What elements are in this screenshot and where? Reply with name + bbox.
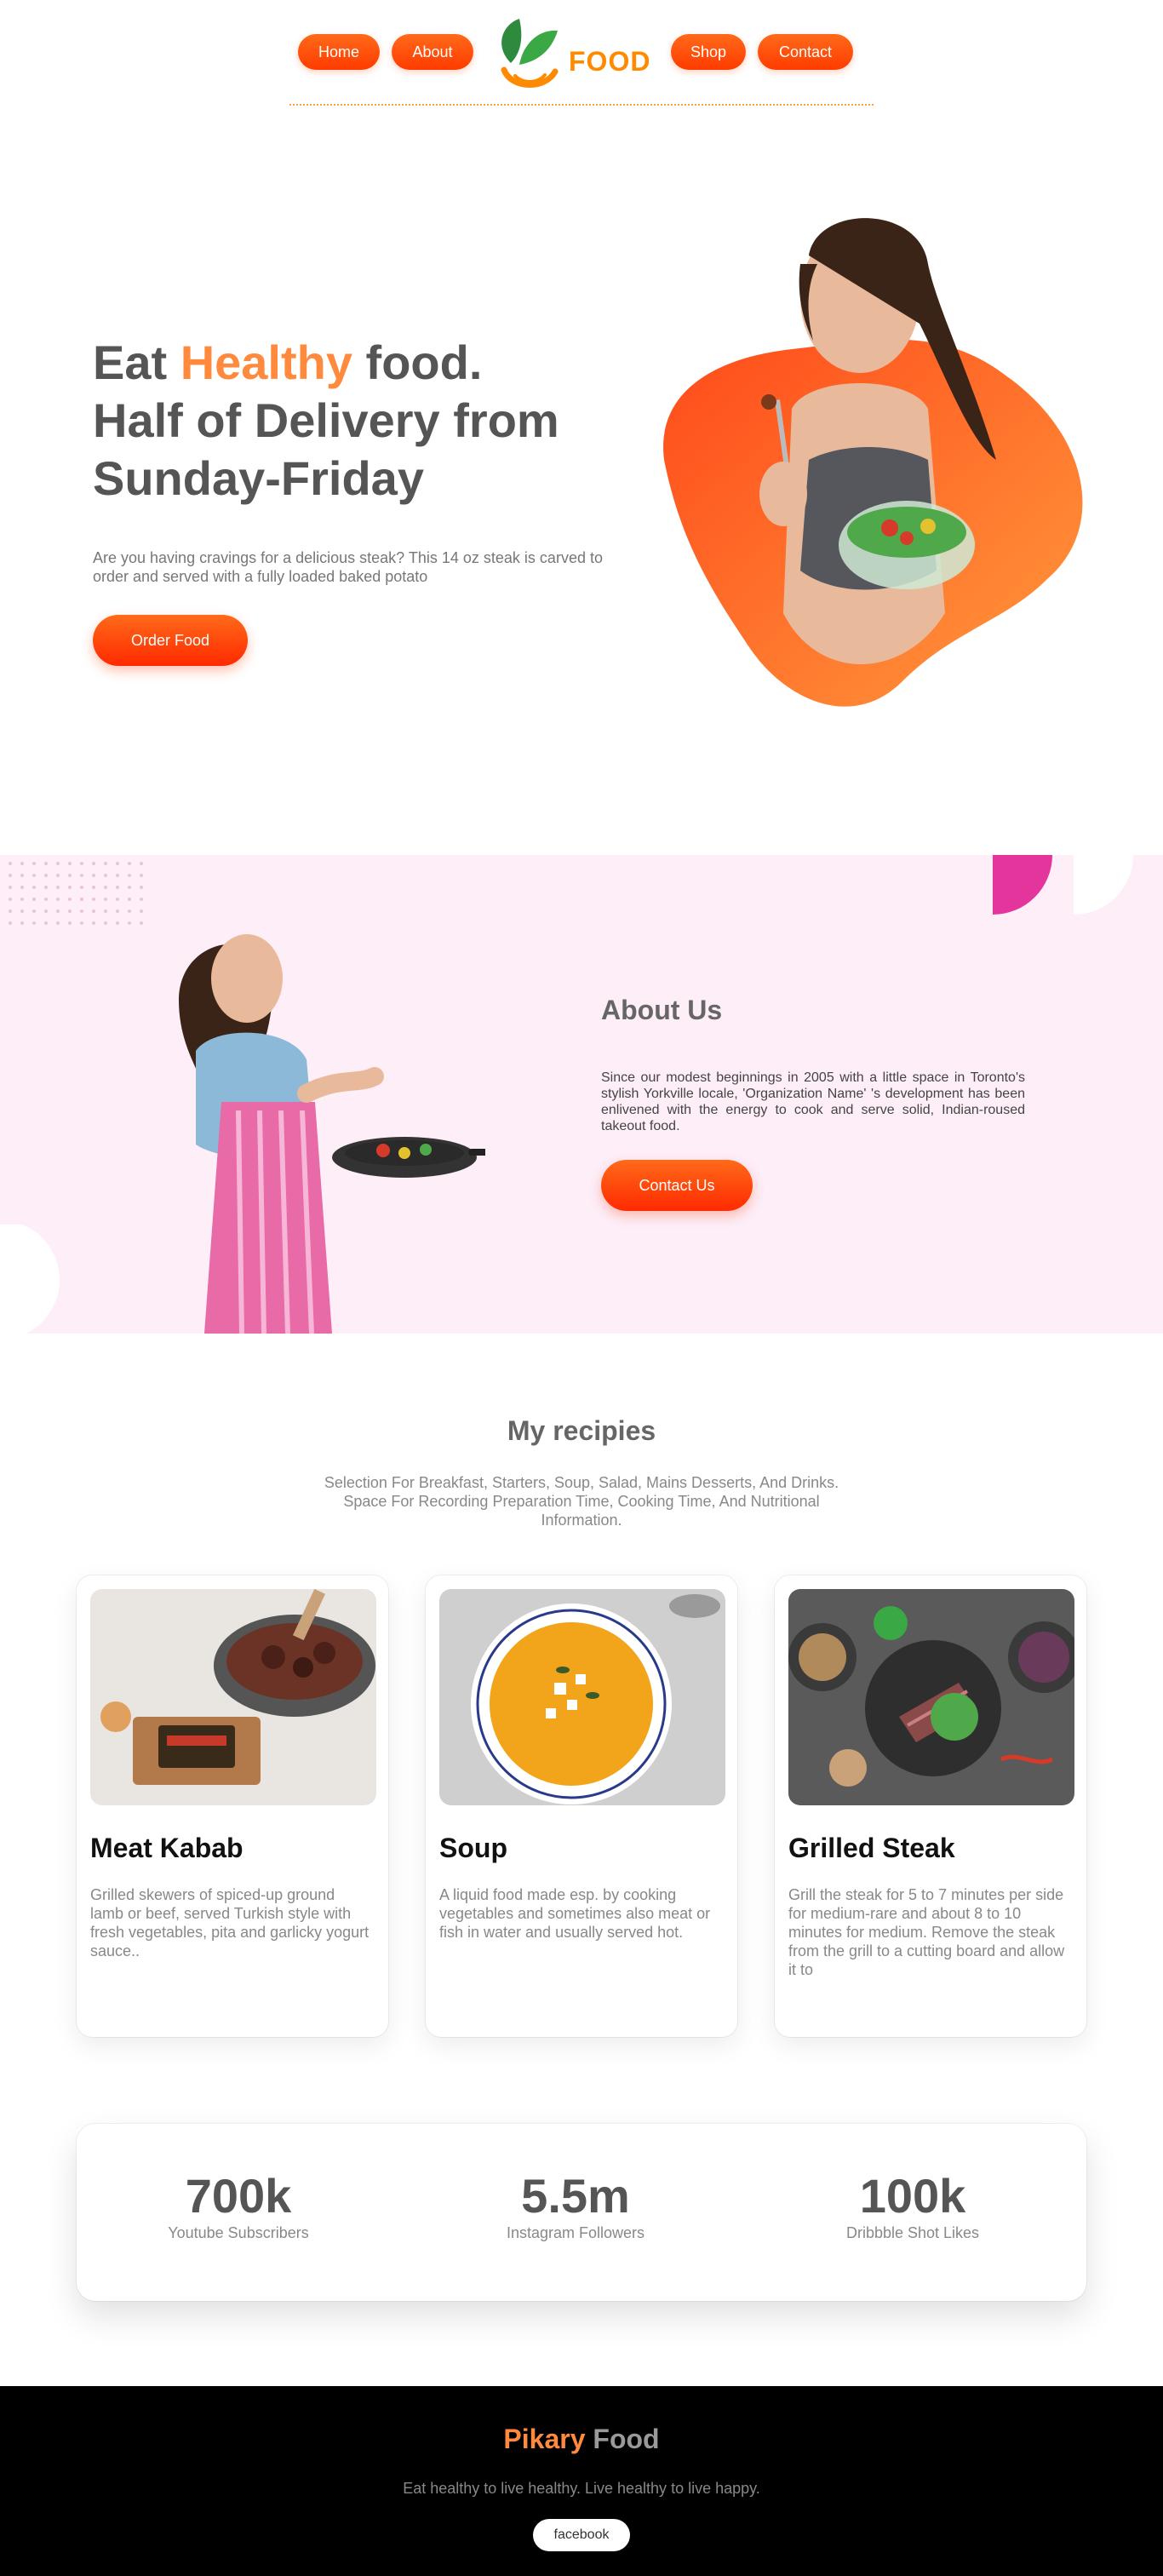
stat-label: Instagram Followers (506, 2224, 645, 2241)
hero-title: Eat Healthy food. Half of Delivery from … (93, 334, 638, 508)
leaf-bowl-icon (501, 19, 559, 88)
recipe-card-soup[interactable]: Soup A liquid food made esp. by cooking … (426, 1575, 737, 2037)
corner-shapes-decoration (993, 855, 1133, 915)
hero-woman-salad-image (663, 218, 1083, 707)
nav-shop[interactable]: Shop (671, 34, 746, 70)
hero-description: Are you having cravings for a delicious … (93, 549, 603, 585)
stat-value: 100k (859, 2169, 966, 2223)
order-food-button[interactable]: Order Food (93, 615, 248, 666)
footer: Pikary Food Eat healthy to live healthy.… (0, 2386, 1163, 2576)
stat-dribbble: 100k Dribbble Shot Likes (785, 2170, 1040, 2242)
woman-cooking-image (179, 934, 485, 1334)
footer-brand-rest: Food (585, 2424, 660, 2454)
page: Home About FOOD Shop Contact Eat Healthy… (0, 0, 1163, 2576)
stat-youtube: 700k Youtube Subscribers (111, 2170, 366, 2242)
card-text: A liquid food made esp. by cooking veget… (439, 1886, 711, 1941)
footer-tagline: Eat healthy to live healthy. Live health… (403, 2480, 760, 2497)
brand-logo[interactable]: FOOD (485, 12, 664, 97)
card-title: Soup (439, 1833, 507, 1863)
hero-title-part2: food. (352, 336, 483, 389)
grilled-steak-image (788, 1589, 1074, 1805)
card-text: Grill the steak for 5 to 7 minutes per s… (788, 1886, 1065, 1978)
stats-panel: 700k Youtube Subscribers 5.5m Instagram … (77, 2124, 1086, 2301)
card-text: Grilled skewers of spiced-up ground lamb… (90, 1886, 370, 1959)
recipe-card-grilled-steak[interactable]: Grilled Steak Grill the steak for 5 to 7… (775, 1575, 1086, 2037)
footer-brand-accent: Pikary (503, 2424, 586, 2454)
about-text: Since our modest beginnings in 2005 with… (601, 1070, 1025, 1133)
hero-title-line3: Sunday-Friday (93, 451, 424, 505)
stat-label: Youtube Subscribers (168, 2224, 309, 2241)
nav-home[interactable]: Home (298, 34, 380, 70)
half-circle-decoration (0, 1225, 60, 1334)
hero-title-part1: Eat (93, 336, 180, 389)
nav-about[interactable]: About (392, 34, 473, 70)
recipe-card-meat-kabab[interactable]: Meat Kabab Grilled skewers of spiced-up … (77, 1575, 388, 2037)
card-title: Grilled Steak (788, 1833, 955, 1863)
card-title: Meat Kabab (90, 1833, 243, 1863)
about-section: About Us Since our modest beginnings in … (0, 855, 1163, 1334)
contact-us-button[interactable]: Contact Us (601, 1160, 753, 1211)
stat-value: 700k (185, 2169, 292, 2223)
dot-pattern-decoration (7, 860, 143, 928)
stat-label: Dribbble Shot Likes (845, 2224, 980, 2241)
footer-brand: Pikary Food (0, 2424, 1163, 2455)
recipes-subtitle: Selection For Breakfast, Starters, Soup,… (324, 1474, 839, 1529)
about-title: About Us (601, 995, 723, 1025)
top-nav: Home About FOOD Shop Contact (289, 0, 874, 106)
hero-title-line2: Half of Delivery from (93, 393, 559, 447)
logo-text: FOOD (569, 46, 651, 77)
stat-value: 5.5m (521, 2169, 630, 2223)
nav-contact[interactable]: Contact (758, 34, 853, 70)
hero-title-accent: Healthy (180, 336, 352, 389)
recipes-title: My recipies (507, 1415, 656, 1446)
soup-image (439, 1589, 725, 1805)
facebook-button[interactable]: facebook (533, 2519, 630, 2551)
meat-kabab-image (90, 1589, 376, 1805)
stat-instagram: 5.5m Instagram Followers (448, 2170, 703, 2242)
